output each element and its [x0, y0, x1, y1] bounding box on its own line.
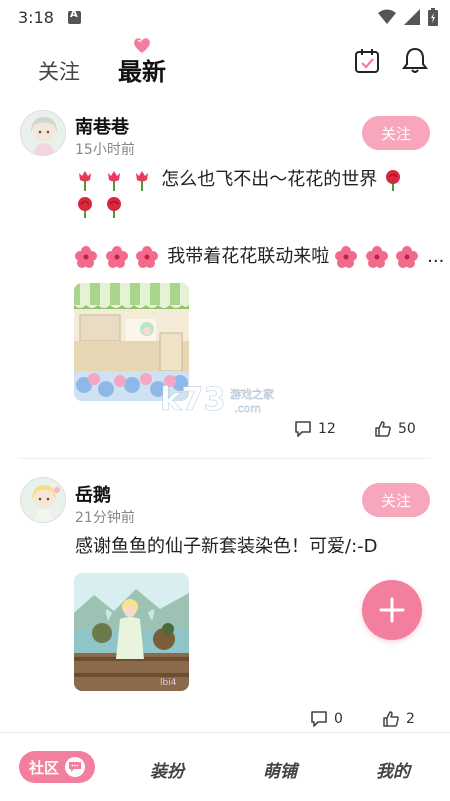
- tab-follow[interactable]: 关注: [38, 56, 80, 86]
- post-image[interactable]: lbi4: [74, 573, 189, 691]
- status-icons: [378, 8, 438, 26]
- nav-community-label: 社区: [29, 758, 60, 777]
- nav-dress-up[interactable]: 装扮: [150, 757, 184, 782]
- comment-count[interactable]: 0: [310, 710, 343, 728]
- sim-icon: [67, 9, 81, 24]
- signal-icon: [404, 9, 420, 25]
- rose-icon: [78, 197, 92, 218]
- tulip-icon: [107, 171, 120, 191]
- post-timestamp: 15小时前: [75, 142, 135, 158]
- nav-community[interactable]: 社区: [19, 751, 95, 783]
- comment-count[interactable]: 12: [294, 420, 336, 438]
- svg-text:lbi4: lbi4: [160, 678, 177, 688]
- thumbs-up-icon: [375, 421, 391, 437]
- create-post-button[interactable]: [362, 580, 422, 640]
- avatar[interactable]: [20, 110, 66, 156]
- post-text-line1: 感谢鱼鱼的仙子新套装染色！可爱/:-D: [75, 532, 377, 562]
- rose-icon: [385, 170, 400, 191]
- comment-icon: [295, 421, 311, 437]
- nav-shop[interactable]: 萌铺: [263, 757, 297, 782]
- watermark-domain: .com: [234, 402, 261, 415]
- battery-icon: [428, 8, 438, 26]
- hibiscus-icon: [334, 246, 357, 268]
- hibiscus-icon: [136, 246, 159, 268]
- nav-mine[interactable]: 我的: [376, 757, 410, 782]
- post-text-line2: [75, 192, 127, 222]
- wifi-icon: [378, 9, 396, 24]
- follow-button[interactable]: 关注: [362, 483, 430, 517]
- thumbs-up-icon: [383, 711, 399, 727]
- like-count[interactable]: 50: [374, 420, 416, 438]
- k73-watermark-logo: k73 游戏之家 .com: [160, 380, 274, 418]
- bottom-nav: 社区 装扮 萌铺 我的: [0, 732, 450, 801]
- tulip-icon: [79, 171, 91, 191]
- post-text-line1: 怎么也飞不出～花花的世界: [75, 165, 406, 195]
- status-bar: 3:18: [0, 0, 450, 34]
- watermark-cn: 游戏之家: [230, 387, 274, 401]
- like-count-value: 50: [398, 421, 416, 437]
- hibiscus-icon: [105, 246, 128, 268]
- tab-latest[interactable]: 最新: [118, 52, 166, 87]
- tulip-icon: [136, 171, 149, 191]
- plus-icon: [379, 597, 405, 623]
- post-username[interactable]: 岳鹅: [75, 481, 111, 507]
- top-header: 关注 最新: [0, 36, 450, 96]
- status-time: 3:18: [18, 7, 54, 27]
- comment-count-value: 0: [334, 711, 343, 727]
- comment-count-value: 12: [318, 421, 336, 437]
- follow-button[interactable]: 关注: [362, 116, 430, 150]
- like-count-value: 2: [406, 711, 415, 727]
- calendar-checkin-icon[interactable]: [354, 48, 380, 74]
- like-count[interactable]: 2: [382, 710, 415, 728]
- comment-icon: [311, 711, 327, 727]
- hibiscus-icon: [365, 246, 388, 268]
- post-text: 感谢鱼鱼的仙子新套装染色！可爱/:-D: [75, 536, 378, 557]
- chat-bubble-icon: [65, 757, 86, 777]
- post-timestamp: 21分钟前: [75, 510, 135, 526]
- post-text: 怎么也飞不出～花花的世界: [161, 169, 378, 190]
- post-text-line3: 我带着花花联动来啦 ...: [75, 242, 444, 272]
- post-text-ellipsis: ...: [427, 246, 445, 267]
- hibiscus-icon: [396, 246, 419, 268]
- bell-icon[interactable]: [402, 46, 428, 74]
- post-username[interactable]: 南巷巷: [75, 113, 129, 139]
- rose-icon: [106, 197, 121, 218]
- post-divider: [18, 458, 430, 459]
- avatar[interactable]: [20, 477, 66, 523]
- watermark-brand: k73: [160, 380, 226, 418]
- post-text: 我带着花花联动来啦: [167, 246, 330, 267]
- hibiscus-icon: [75, 246, 97, 268]
